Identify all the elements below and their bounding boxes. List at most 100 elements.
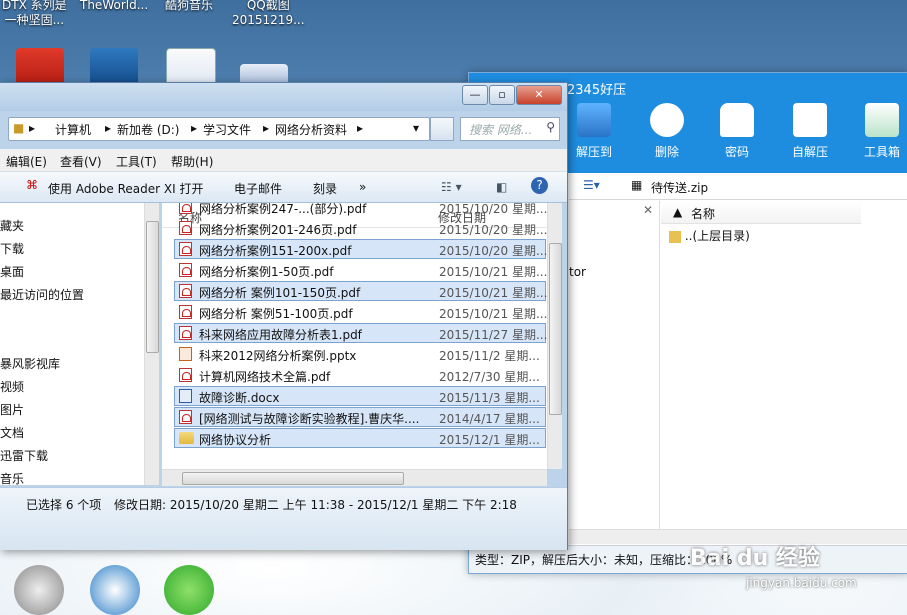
pdf-icon: [179, 242, 192, 256]
nav-scrollbar[interactable]: [144, 203, 159, 485]
toolbox-button[interactable]: 工具箱: [852, 103, 907, 160]
desktop-icon-label-theworld[interactable]: TheWorld...: [80, 0, 148, 13]
minimize-button[interactable]: —: [462, 85, 488, 105]
name-column-header[interactable]: ▲ 名称: [661, 201, 861, 224]
menu-help[interactable]: 帮助(H): [171, 153, 213, 170]
open-with-adobe-button[interactable]: 使用 Adobe Reader XI 打开: [48, 180, 203, 197]
file-row[interactable]: 科来2012网络分析案例.pptx 2015/11/2 星期...: [174, 344, 546, 364]
pdf-icon: [179, 263, 192, 277]
file-date: 2015/12/1 星期...: [439, 433, 540, 447]
file-date: 2012/7/30 星期...: [439, 370, 540, 384]
pdf-icon: [179, 221, 192, 235]
file-scroll-thumb[interactable]: [549, 243, 562, 415]
file-date: 2015/11/2 星期...: [439, 349, 540, 363]
file-name: 网络协议分析: [199, 433, 272, 447]
pdf-icon: [179, 305, 192, 319]
file-row[interactable]: 网络分析案例201-246页.pdf 2015/10/20 星期...: [174, 218, 547, 238]
file-name: 网络分析案例201-246页.pdf: [199, 223, 357, 237]
nav-item-pictures[interactable]: 图片: [0, 401, 24, 418]
breadcrumb-separator: ▸: [29, 121, 36, 135]
address-bar[interactable]: ■ ▸ 计算机 ▸ 新加卷 (D:) ▸ 学习文件 ▸ 网络分析资料 ▸ ▾: [8, 117, 430, 141]
maximize-button[interactable]: ▫: [489, 85, 515, 105]
close-pane-icon[interactable]: ✕: [643, 203, 653, 217]
file-date: 2015/11/27 星期...: [439, 328, 547, 342]
file-row[interactable]: 网络分析案例247-...(部分).pdf 2015/10/20 星期...: [174, 203, 547, 217]
desktop-icon-label-qq-screenshot[interactable]: QQ截图 20151219...: [232, 0, 305, 28]
breadcrumb-separator: ▸: [191, 121, 198, 135]
file-list-horizontal-scrollbar[interactable]: [162, 469, 547, 486]
selection-dates: 修改日期: 2015/10/20 星期二 上午 11:38 - 2015/12/…: [114, 498, 517, 512]
eye-app-icon[interactable]: [90, 565, 140, 615]
file-row[interactable]: 网络分析案例1-50页.pdf 2015/10/21 星期...: [174, 260, 547, 280]
file-date: 2014/4/17 星期...: [439, 412, 540, 426]
breadcrumb-network[interactable]: 网络分析资料: [275, 121, 347, 138]
watermark-logo: Bai du 经验: [690, 546, 820, 571]
file-name: [网络测试与故障诊断实验教程].曹庆华....: [199, 412, 420, 426]
help-icon[interactable]: ?: [531, 177, 548, 194]
pane-text: tor: [569, 265, 586, 279]
media-player-icon[interactable]: [14, 565, 64, 615]
file-row[interactable]: 科来网络应用故障分析表1.pdf 2015/11/27 星期...: [174, 323, 547, 343]
refresh-button[interactable]: [430, 117, 454, 141]
lock-icon: [720, 103, 754, 137]
nav-item-downloads[interactable]: 下载: [0, 240, 24, 257]
watermark-url: jingyan.baidu.com: [746, 576, 857, 590]
house-arrow-icon: [793, 103, 827, 137]
nav-item-documents[interactable]: 文档: [0, 424, 24, 441]
search-icon[interactable]: ⚲: [546, 120, 555, 134]
haozip-folder-pane: ✕ tor: [569, 201, 660, 541]
view-options-icon[interactable]: ☷ ▾: [441, 180, 462, 194]
file-row[interactable]: 网络分析 案例101-150页.pdf 2015/10/21 星期...: [174, 281, 547, 301]
nav-item-music[interactable]: 音乐: [0, 470, 24, 487]
toolbox-icon: [865, 103, 899, 137]
wechat-icon[interactable]: [164, 565, 214, 615]
extract-to-button[interactable]: 解压到: [564, 103, 624, 160]
file-row[interactable]: 计算机网络技术全篇.pdf 2012/7/30 星期...: [174, 365, 546, 385]
chevron-down-icon[interactable]: ▾: [413, 121, 419, 135]
file-date: 2015/10/21 星期...: [439, 286, 547, 300]
nav-scroll-thumb[interactable]: [146, 221, 159, 353]
file-name: 网络分析案例247-...(部分).pdf: [199, 203, 367, 216]
menu-tools[interactable]: 工具(T): [116, 153, 157, 170]
nav-item-xunlei[interactable]: 迅雷下载: [0, 447, 48, 464]
file-row[interactable]: 网络分析案例151-200x.pdf 2015/10/20 星期...: [174, 239, 547, 259]
horizontal-scroll-thumb[interactable]: [182, 472, 404, 485]
pdf-icon: [179, 203, 192, 214]
file-row[interactable]: [网络测试与故障诊断实验教程].曹庆华.... 2014/4/17 星期...: [174, 407, 546, 427]
nav-item-favorites[interactable]: 藏夹: [0, 217, 24, 234]
breadcrumb-study[interactable]: 学习文件: [203, 121, 251, 138]
menu-view[interactable]: 查看(V): [60, 153, 102, 170]
desktop-icon-label-kugou[interactable]: 酷狗音乐: [165, 0, 213, 13]
burn-button[interactable]: 刻录: [313, 180, 337, 197]
close-button[interactable]: ✕: [516, 85, 562, 105]
menu-edit[interactable]: 编辑(E): [6, 153, 47, 170]
file-row[interactable]: 网络分析 案例51-100页.pdf 2015/10/21 星期...: [174, 302, 547, 322]
folder-icon: [669, 230, 681, 243]
pdf-icon: [179, 368, 192, 382]
haozip-title: 2345好压: [567, 83, 627, 98]
parent-directory-item[interactable]: ..(上层目录): [669, 227, 750, 244]
file-date: 2015/10/20 星期...: [439, 203, 547, 216]
more-commands-button[interactable]: »: [359, 180, 366, 194]
file-row[interactable]: 网络协议分析 2015/12/1 星期...: [174, 428, 546, 448]
nav-item-desktop[interactable]: 桌面: [0, 263, 24, 280]
search-input[interactable]: 搜索 网络... ⚲: [460, 117, 560, 141]
self-extract-button[interactable]: 自解压: [780, 103, 840, 160]
file-row[interactable]: 故障诊断.docx 2015/11/3 星期...: [174, 386, 546, 406]
password-button[interactable]: 密码: [707, 103, 767, 160]
file-list-scrollbar[interactable]: [547, 203, 562, 469]
nav-item-videos[interactable]: 视频: [0, 378, 24, 395]
preview-pane-icon[interactable]: ◧: [496, 180, 507, 194]
file-date: 2015/10/20 星期...: [439, 223, 547, 237]
file-name: 网络分析案例151-200x.pdf: [199, 244, 352, 258]
desktop-icon-label-dtx[interactable]: DTX 系列是 一种坚固...: [2, 0, 67, 28]
breadcrumb-computer[interactable]: 计算机: [55, 121, 91, 138]
pdf-icon: [179, 326, 192, 340]
email-button[interactable]: 电子邮件: [234, 180, 282, 197]
list-view-icon[interactable]: ☰▾: [583, 178, 600, 192]
nav-item-recent[interactable]: 最近访问的位置: [0, 286, 84, 303]
explorer-titlebar[interactable]: — ▫ ✕: [0, 83, 567, 111]
breadcrumb-drive[interactable]: 新加卷 (D:): [117, 121, 179, 138]
nav-item-baofeng[interactable]: 暴风影视库: [0, 355, 60, 372]
delete-button[interactable]: 删除: [637, 103, 697, 160]
